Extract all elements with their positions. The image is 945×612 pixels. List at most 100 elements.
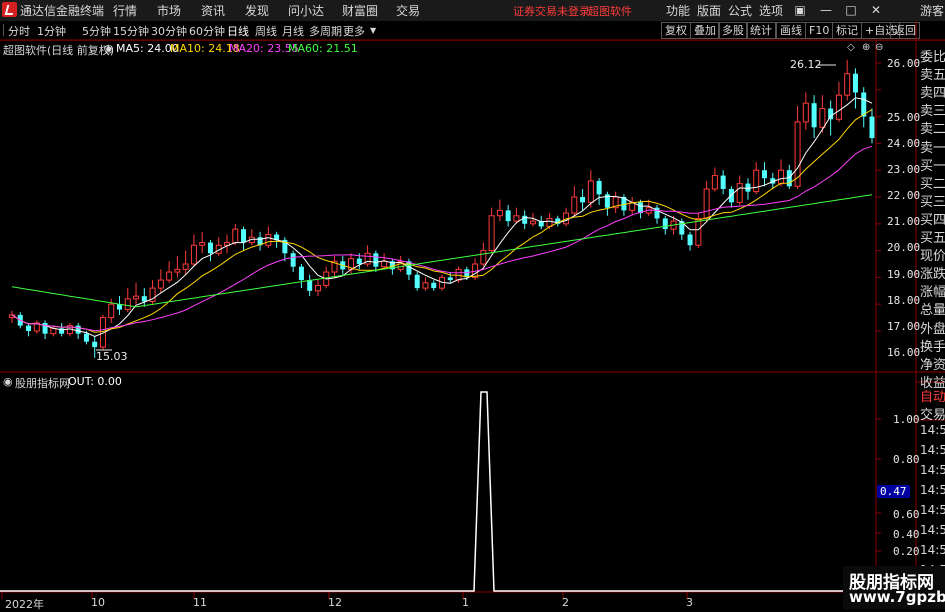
candle-body	[778, 169, 785, 185]
quote-label: 总量	[920, 303, 945, 319]
date-label: 3	[686, 596, 693, 609]
y-label: 19.00	[887, 268, 921, 281]
quote-label: 换手	[920, 339, 945, 355]
candle-body	[290, 253, 296, 267]
candle-body	[529, 220, 536, 225]
candle-body	[488, 215, 495, 252]
ind-y-label: 1.00	[893, 413, 920, 426]
candle-body	[373, 253, 379, 267]
candle-body	[513, 215, 520, 222]
watermark-logo: 股朋指标网 www.7gpzb.com	[843, 566, 945, 609]
high-price-marker: 26.12	[790, 58, 822, 71]
y-label: 17.00	[887, 320, 921, 333]
candle-body	[124, 298, 131, 311]
tick-time-label: 14:56	[920, 443, 945, 457]
candle-body	[596, 180, 602, 195]
y-label: 21.00	[887, 215, 921, 228]
candle-body	[381, 260, 388, 268]
low-price-marker: 15.03	[96, 350, 128, 363]
zoom-out-icon[interactable]: ⊖	[875, 42, 883, 53]
zoom-in-icon[interactable]: ⊕	[862, 42, 870, 53]
quote-label: 委比	[920, 50, 945, 65]
candle-body	[720, 175, 726, 189]
watermark-url: www.7gpzb.com	[849, 588, 945, 606]
candle-body	[571, 196, 578, 214]
candle-body	[819, 108, 826, 128]
candle-body	[844, 73, 851, 96]
candle-body	[736, 183, 743, 203]
tick-time-label: 14:56	[920, 543, 945, 557]
candle-body	[687, 234, 693, 246]
y-label: 23.00	[887, 163, 921, 176]
candle-body	[207, 242, 213, 254]
candle-body	[580, 197, 586, 203]
cursor-value-label: 0.47	[877, 485, 910, 498]
date-label: 11	[193, 596, 207, 609]
candle-body	[314, 284, 321, 292]
candle-body	[703, 188, 710, 219]
candle-body	[265, 234, 272, 246]
tick-time-label: 14:56	[920, 423, 945, 437]
quote-label: 涨跌	[920, 267, 945, 283]
date-label: 1	[462, 596, 469, 609]
quote-label: 卖三	[920, 104, 945, 120]
candle-body	[241, 229, 247, 243]
candle-body	[587, 180, 594, 203]
candlestick-series	[9, 59, 875, 358]
auto-trade-button[interactable]: 自动	[920, 386, 945, 405]
quote-label: 净资	[920, 357, 945, 373]
quote-label: 卖一	[920, 140, 945, 156]
date-label: 10	[91, 596, 105, 609]
candle-body	[26, 325, 32, 331]
ind-y-label: 0.80	[893, 453, 920, 466]
y-label: 26.00	[887, 57, 921, 70]
candle-body	[711, 175, 718, 190]
candle-body	[133, 295, 140, 300]
candle-body	[546, 217, 553, 227]
indicator-menu-icon[interactable]: ◉	[3, 375, 13, 388]
candle-body	[422, 282, 429, 289]
diamond-icon[interactable]: ◇	[847, 42, 855, 53]
candle-body	[83, 333, 89, 342]
candle-body	[199, 242, 206, 246]
candle-body	[92, 341, 98, 348]
ma5-line	[11, 97, 873, 337]
ind-y-label: 0.20	[893, 545, 920, 558]
ind-y-label: 0.40	[893, 528, 920, 541]
candle-body	[307, 280, 313, 291]
quote-label: 买四	[920, 212, 945, 228]
y-label: 20.00	[887, 241, 921, 254]
tick-time-label: 14:56	[920, 503, 945, 517]
candle-body	[728, 188, 734, 203]
quote-label: 卖四	[920, 86, 945, 102]
trade-button[interactable]: 交易	[920, 404, 945, 423]
date-label: 12	[328, 596, 342, 609]
candle-body	[182, 263, 189, 270]
candle-body	[157, 279, 164, 289]
candle-body	[141, 296, 147, 302]
kline-chart[interactable]	[0, 0, 945, 609]
chart-menu-icon[interactable]: ◉	[104, 42, 114, 55]
candle-body	[762, 170, 767, 179]
candle-body	[117, 304, 122, 310]
candle-body	[480, 250, 487, 265]
candle-body	[753, 169, 760, 193]
candle-body	[496, 209, 503, 217]
candle-body	[431, 282, 437, 289]
chart-title: 超图软件(日线 前复权)	[3, 44, 115, 57]
indicator-series	[0, 391, 881, 599]
candle-body	[108, 303, 115, 319]
tick-time-label: 14:56	[920, 523, 945, 537]
price-grid	[876, 62, 881, 332]
y-label: 22.00	[887, 189, 921, 202]
candle-body	[505, 210, 511, 222]
y-label: 16.00	[887, 346, 921, 359]
y-label: 25.00	[887, 111, 921, 124]
ma60-label: MA60: 21.51	[288, 42, 358, 55]
candle-body	[811, 103, 817, 128]
candle-body	[298, 266, 304, 281]
candle-body	[166, 271, 173, 281]
candle-body	[447, 277, 453, 281]
indicator-title: 股朋指标网	[15, 377, 70, 390]
ma10-line	[11, 109, 873, 333]
